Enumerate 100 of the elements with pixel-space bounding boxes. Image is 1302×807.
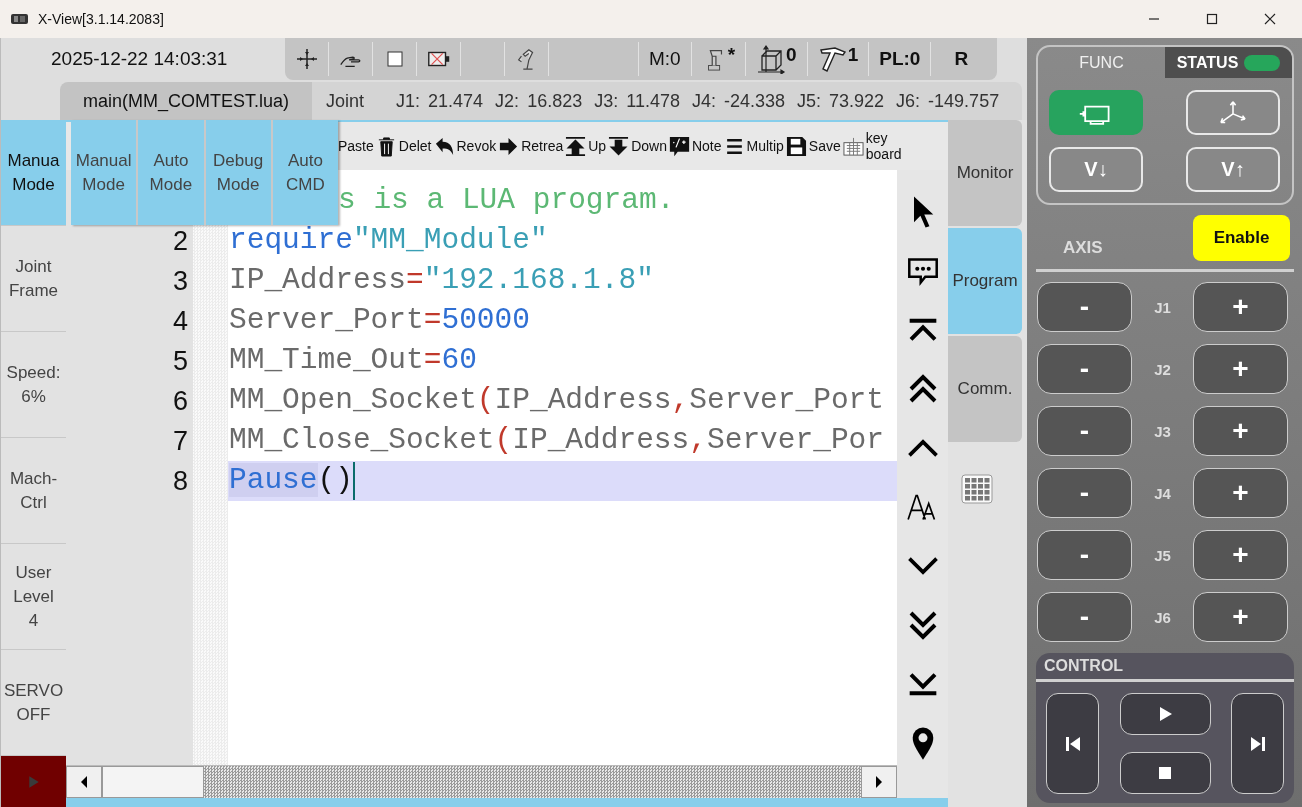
jog-plus-button[interactable]: + xyxy=(1193,468,1288,518)
joint-name: J3: xyxy=(594,90,619,112)
toolbar-button[interactable]: Note xyxy=(668,135,722,157)
scroll-thumb[interactable] xyxy=(102,766,204,798)
joint-name: J2: xyxy=(495,90,520,112)
joint-label: J4 xyxy=(1154,484,1171,502)
line-number: 6 xyxy=(172,386,188,416)
jog-minus-button[interactable]: - xyxy=(1037,344,1132,394)
comment-icon xyxy=(668,135,690,157)
cube-axes-icon xyxy=(756,44,787,74)
jog-plus-button[interactable]: + xyxy=(1193,344,1288,394)
line-number: 8 xyxy=(172,466,188,496)
file-tab[interactable]: main(MM_COMTEST.lua) xyxy=(60,82,312,120)
line-number: 7 xyxy=(172,426,188,456)
move-up-icon xyxy=(565,135,587,157)
stop-icon xyxy=(1157,765,1173,781)
sidebar-item[interactable]: Manua Mode xyxy=(1,120,66,226)
jog-plus-button[interactable]: + xyxy=(1193,282,1288,332)
status-text: PL:0 xyxy=(879,48,921,70)
joint-label: J5 xyxy=(1154,546,1171,564)
code-line: MM_Open_Socket(IP_Address,Server_Port xyxy=(229,386,884,416)
joint-value: 73.922 xyxy=(829,90,885,112)
skip-forward-icon xyxy=(1249,735,1266,752)
status-text: 1 xyxy=(847,44,859,66)
scroll-left-icon[interactable] xyxy=(79,775,89,789)
toolbar-button[interactable]: Paste xyxy=(338,138,374,154)
toolbar-button[interactable]: Revok xyxy=(433,135,497,157)
toolbar-button[interactable]: Delet xyxy=(375,135,432,157)
jog-plus-button[interactable]: + xyxy=(1193,592,1288,642)
next-button[interactable] xyxy=(1231,693,1284,794)
joint-name: J1: xyxy=(396,90,421,112)
panel-tab[interactable]: STATUS xyxy=(1165,47,1292,78)
status-text: * xyxy=(727,44,736,66)
side-tab[interactable]: Comm. xyxy=(948,336,1022,442)
line-number: 4 xyxy=(172,306,188,336)
horizontal-scrollbar[interactable] xyxy=(66,765,897,798)
maximize-icon[interactable] xyxy=(1206,13,1218,25)
function-button[interactable] xyxy=(1049,90,1143,135)
jog-minus-button[interactable]: - xyxy=(1037,282,1132,332)
section-title: AXIS xyxy=(1063,238,1103,258)
toolbar-button[interactable]: Retrea xyxy=(498,135,564,157)
joint-value: -24.338 xyxy=(723,90,785,112)
close-icon[interactable] xyxy=(1264,13,1276,25)
jog-plus-button[interactable]: + xyxy=(1193,406,1288,456)
play-icon xyxy=(27,774,40,789)
play-button[interactable] xyxy=(1119,693,1211,735)
toolbar-button[interactable]: Save xyxy=(785,135,841,157)
toolbar-button[interactable]: Down xyxy=(608,135,667,157)
hammer-icon xyxy=(817,44,848,74)
scroll-right-icon[interactable] xyxy=(874,775,884,789)
function-button[interactable]: V↓ xyxy=(1049,147,1143,192)
keyboard-icon xyxy=(842,135,864,157)
jog-minus-button[interactable]: - xyxy=(1037,592,1132,642)
joint-value: 21.474 xyxy=(428,90,484,112)
joint-value: 11.478 xyxy=(626,90,680,112)
toolbar-button[interactable]: Up xyxy=(565,135,607,157)
stop-button[interactable] xyxy=(1119,752,1211,794)
joint-name: J4: xyxy=(691,90,716,112)
line-number: 3 xyxy=(172,266,188,296)
code-line: Server_Port=50000 xyxy=(229,306,530,336)
menu-item[interactable]: Manual Mode xyxy=(71,120,137,225)
play-icon xyxy=(1157,706,1173,722)
jog-minus-button[interactable]: - xyxy=(1037,468,1132,518)
side-tab[interactable]: Monitor xyxy=(948,120,1022,226)
skip-back-icon xyxy=(1064,735,1081,752)
code-line: IP_Address="192.168.1.8" xyxy=(229,266,654,296)
joint-label: J6 xyxy=(1154,608,1171,626)
toolbar-button[interactable]: key board xyxy=(842,130,902,162)
line-number: 2 xyxy=(172,226,188,256)
jog-plus-button[interactable]: + xyxy=(1193,530,1288,580)
side-tab[interactable]: Program xyxy=(948,228,1022,334)
status-text: 0 xyxy=(786,44,797,66)
code-line: require"MM_Module" xyxy=(229,226,548,256)
jog-minus-button[interactable]: - xyxy=(1037,406,1132,456)
text-cursor xyxy=(352,462,355,500)
window-title: X-View[3.1.14.2083] xyxy=(38,11,164,27)
grid-icon[interactable] xyxy=(961,474,993,504)
status-text: R xyxy=(954,48,969,70)
joint-value: -149.757 xyxy=(928,90,1000,112)
joint-value: 16.823 xyxy=(527,90,583,112)
code-line: MM_Time_Out=60 xyxy=(229,346,477,376)
function-button[interactable]: V↑ xyxy=(1186,147,1280,192)
joint-label: J3 xyxy=(1154,422,1171,440)
enable-button[interactable]: Enable xyxy=(1193,215,1290,261)
joint-label: J2 xyxy=(1154,360,1171,378)
save-icon xyxy=(785,135,807,157)
jog-minus-button[interactable]: - xyxy=(1037,530,1132,580)
joint-name: J6: xyxy=(896,90,921,112)
menu-item[interactable]: Auto CMD xyxy=(272,120,338,225)
undo-icon xyxy=(433,135,455,157)
line-number: 5 xyxy=(172,346,188,376)
app-icon xyxy=(10,12,30,26)
menu-item[interactable]: Auto Mode xyxy=(138,120,204,225)
menu-item[interactable]: Debug Mode xyxy=(205,120,271,225)
coordinate-mode: Joint xyxy=(326,90,365,112)
joint-name: J5: xyxy=(797,90,821,112)
toolbar-button[interactable]: Multip xyxy=(723,135,784,157)
section-title: CONTROL xyxy=(1044,657,1124,675)
checkbox-icon[interactable] xyxy=(386,51,403,67)
previous-button[interactable] xyxy=(1046,693,1099,794)
